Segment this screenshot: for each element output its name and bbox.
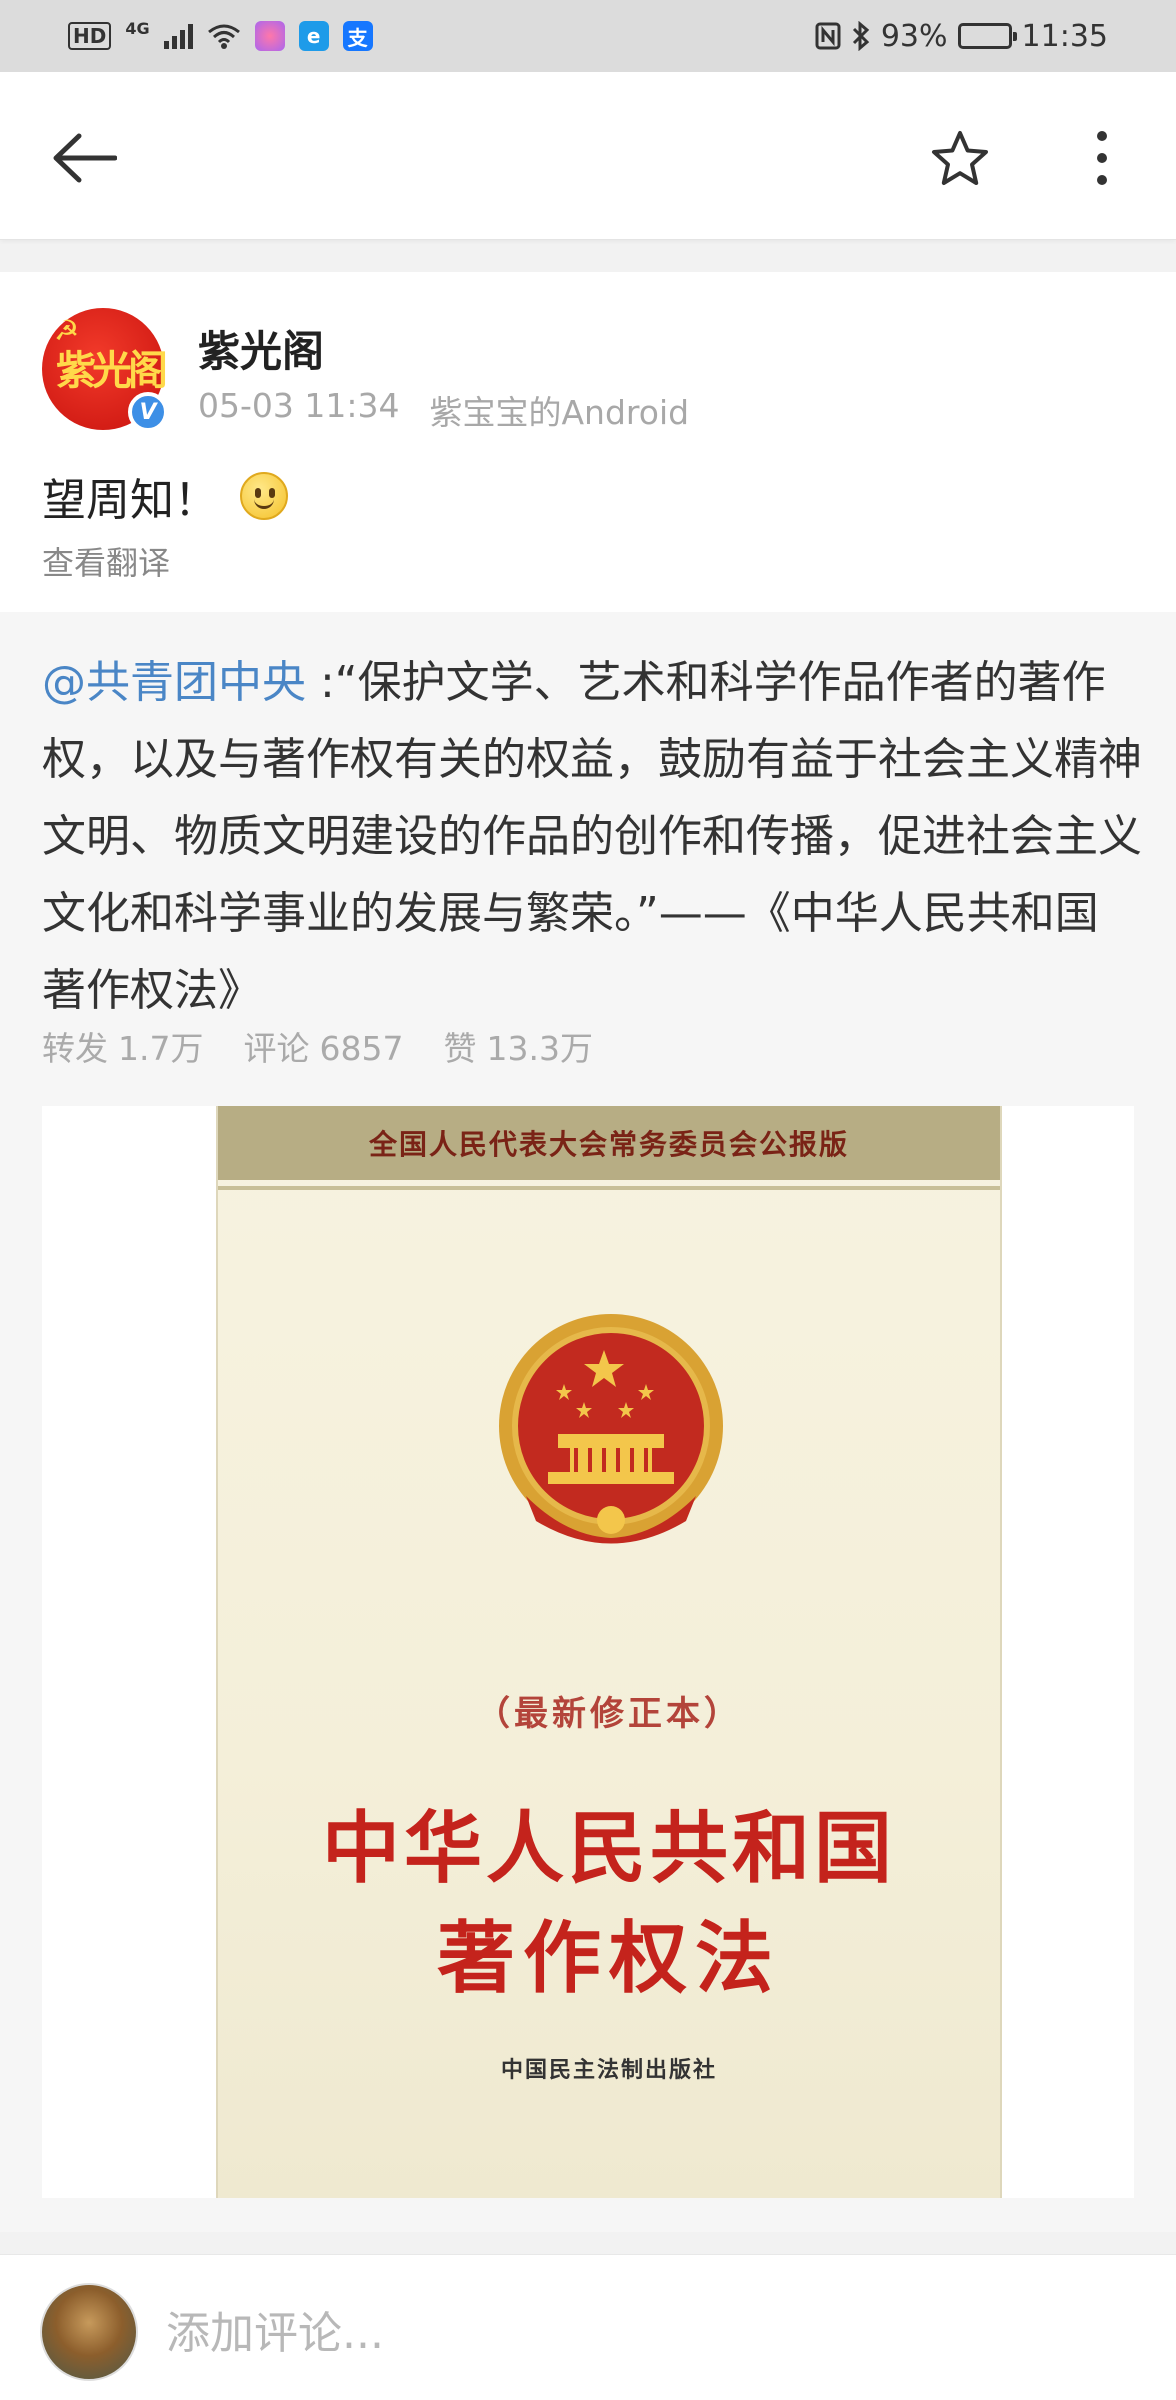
username[interactable]: 紫光阁 — [198, 318, 324, 379]
post-text: 望周知！ — [42, 464, 288, 528]
post-card: ☭ 紫光阁 V 紫光阁 05-03 11:34 紫宝宝的Android 望周知！… — [0, 272, 1176, 612]
repost-stats: 转发 1.7万 评论 6857 赞 13.3万 — [42, 1022, 593, 1070]
battery-percent: 93% — [880, 18, 948, 54]
signal-icon — [163, 23, 193, 49]
network-type: 4G — [125, 18, 150, 38]
book-edition: （最新修正本） — [476, 1694, 742, 1734]
clock: 11:35 — [1021, 18, 1108, 54]
mention-link[interactable]: @共青团中央 — [42, 657, 306, 708]
book-top-band: 全国人民代表大会常务委员会公报版 — [218, 1106, 1000, 1180]
national-emblem-icon — [499, 1314, 723, 1544]
view-translation-link[interactable]: 查看翻译 — [42, 538, 170, 584]
verified-badge-icon: V — [128, 392, 168, 432]
comment-bar — [0, 2254, 1176, 2400]
book-title-line1: 中华人民共和国 — [321, 1803, 896, 1894]
favorite-button[interactable] — [920, 118, 1000, 198]
post-source: 紫宝宝的Android — [429, 393, 690, 432]
smile-emoji-icon — [240, 472, 288, 520]
arrow-left-icon — [53, 133, 117, 183]
post-image[interactable]: 全国人民代表大会常务委员会公报版 （最新修正本） 中华人民共和国 著作权法 中国… — [42, 1106, 1134, 2198]
wifi-icon — [207, 24, 240, 49]
like-count[interactable]: 赞 13.3万 — [443, 1022, 592, 1070]
my-avatar[interactable] — [40, 2283, 138, 2381]
back-button[interactable] — [44, 118, 124, 198]
repost-count[interactable]: 转发 1.7万 — [42, 1022, 203, 1070]
reposted-content[interactable]: @共青团中央 :“保护文学、艺术和科学作品作者的著作权，以及与著作权有关的权益，… — [0, 612, 1176, 2232]
alipay-notification-icon: 支 — [342, 21, 373, 51]
bluetooth-icon — [852, 21, 870, 51]
status-bar: HD 4G e 支 93% 11:35 — [0, 0, 1176, 72]
more-options-button[interactable] — [1062, 118, 1142, 198]
user-avatar[interactable]: ☭ 紫光阁 V — [42, 308, 168, 432]
post-meta: 05-03 11:34 紫宝宝的Android — [198, 386, 689, 434]
hd-indicator: HD — [68, 22, 112, 50]
book-divider — [218, 1186, 1000, 1190]
post-text-content: 望周知！ — [42, 475, 218, 526]
book-band-text: 全国人民代表大会常务委员会公报版 — [368, 1128, 849, 1161]
top-nav-bar — [0, 72, 1176, 240]
app-notification-icon — [254, 21, 285, 51]
nfc-icon — [815, 22, 841, 50]
repost-text: @共青团中央 :“保护文学、艺术和科学作品作者的著作权，以及与著作权有关的权益，… — [42, 644, 1142, 1029]
status-right: 93% 11:35 — [815, 19, 1108, 54]
post-timestamp: 05-03 11:34 — [198, 386, 400, 425]
star-outline-icon — [932, 131, 988, 185]
more-vertical-icon — [1097, 131, 1107, 185]
comment-input[interactable] — [166, 2295, 1126, 2371]
avatar-logo-text: 紫光阁 — [56, 347, 168, 394]
book-title-line2: 著作权法 — [436, 1913, 781, 2004]
browser-notification-icon: e — [298, 21, 329, 51]
comment-count[interactable]: 评论 6857 — [243, 1022, 403, 1070]
repost-body: :“保护文学、艺术和科学作品作者的著作权，以及与著作权有关的权益，鼓励有益于社会… — [42, 657, 1142, 1016]
status-left: HD 4G e 支 — [68, 18, 373, 51]
book-cover: 全国人民代表大会常务委员会公报版 （最新修正本） 中华人民共和国 著作权法 中国… — [216, 1106, 1002, 2198]
battery-icon — [957, 23, 1017, 49]
book-publisher: 中国民主法制出版社 — [500, 2057, 717, 2083]
